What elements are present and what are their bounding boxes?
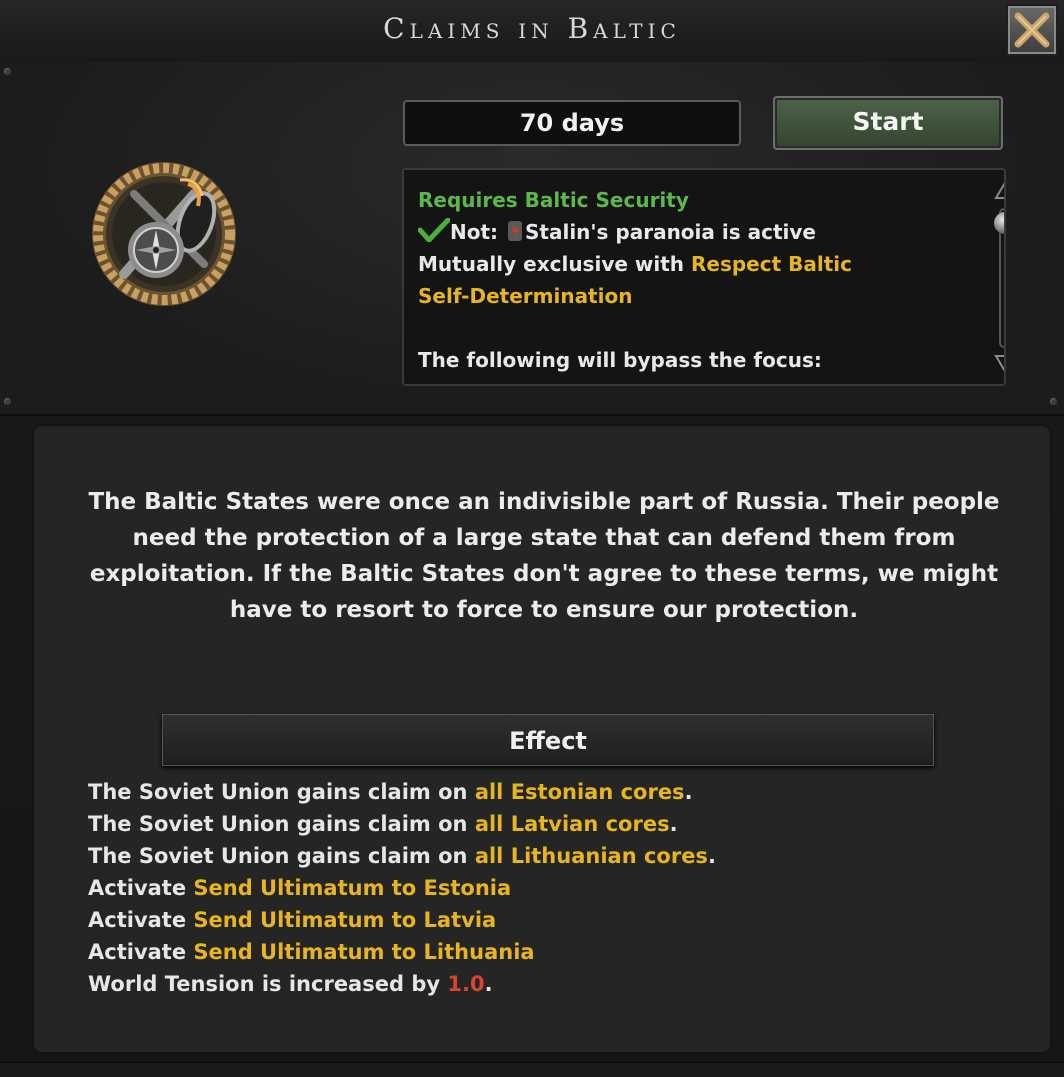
activate-link[interactable]: Send Ultimatum to Estonia	[193, 876, 511, 900]
effect-claim-estonia: The Soviet Union gains claim on all Esto…	[88, 780, 693, 804]
compass-laurel-emblem-icon	[84, 154, 244, 314]
claim-link[interactable]: all Latvian cores	[475, 812, 670, 836]
scroll-down-icon[interactable]	[994, 354, 1006, 376]
mutual-exclusive-line: Mutually exclusive with Respect Baltic	[418, 248, 958, 280]
window-title: Claims in Baltic	[383, 12, 681, 45]
scroll-thumb[interactable]	[994, 212, 1004, 234]
requirements-box: Requires Baltic Security Not: Stalin's p…	[402, 168, 1006, 386]
description-panel: The Baltic States were once an indivisib…	[32, 424, 1052, 1054]
effect-activate-estonia: Activate Send Ultimatum to Estonia	[88, 876, 512, 900]
start-button[interactable]: Start	[773, 96, 1003, 150]
rivet-icon	[1050, 398, 1057, 405]
paranoia-condition: Stalin's paranoia is active	[525, 220, 816, 244]
requirements-scrollbar[interactable]	[994, 178, 1006, 378]
activate-link[interactable]: Send Ultimatum to Lithuania	[193, 940, 534, 964]
paranoia-icon	[508, 221, 522, 241]
focus-description: The Baltic States were once an indivisib…	[88, 489, 1000, 623]
tension-value: 1.0	[447, 972, 485, 996]
rivet-icon	[4, 398, 11, 405]
mutual-prefix: Mutually exclusive with	[418, 252, 691, 276]
focus-duration: 70 days	[403, 100, 741, 146]
effect-claim-lithuania: The Soviet Union gains claim on all Lith…	[88, 844, 716, 868]
claim-link[interactable]: all Lithuanian cores	[475, 844, 708, 868]
bypass-items	[418, 376, 958, 386]
focus-window: Claims in Baltic 70 days Start Requires …	[0, 0, 1064, 1077]
requirements-text: Requires Baltic Security Not: Stalin's p…	[417, 184, 958, 386]
close-x-icon	[1014, 12, 1050, 48]
close-button[interactable]	[1006, 4, 1058, 56]
bypass-line: The following will bypass the focus:	[418, 348, 822, 372]
title-bar: Claims in Baltic	[0, 0, 1064, 63]
requires-line: Requires Baltic Security	[418, 188, 689, 212]
checkmark-icon	[417, 217, 451, 244]
not-condition-line: Not: Stalin's paranoia is active	[417, 216, 958, 248]
bottom-frame	[0, 1062, 1064, 1077]
scroll-up-icon[interactable]	[994, 178, 1006, 200]
claim-link[interactable]: all Estonian cores	[475, 780, 685, 804]
mutual-link-continued[interactable]: Self-Determination	[418, 280, 958, 312]
mutual-link[interactable]: Respect Baltic	[691, 252, 852, 276]
bypass-condition-icon	[418, 385, 458, 386]
effect-world-tension: World Tension is increased by 1.0.	[88, 972, 493, 996]
not-prefix: Not:	[450, 220, 505, 244]
effect-list: The Soviet Union gains claim on all Esto…	[88, 776, 988, 1000]
effect-header: Effect	[162, 714, 934, 766]
effect-activate-lithuania: Activate Send Ultimatum to Lithuania	[88, 940, 535, 964]
focus-detail-panel: 70 days Start Requires Baltic Security N…	[0, 62, 1064, 416]
rivet-icon	[4, 68, 11, 75]
effect-claim-latvia: The Soviet Union gains claim on all Latv…	[88, 812, 678, 836]
activate-link[interactable]: Send Ultimatum to Latvia	[193, 908, 496, 932]
effect-activate-latvia: Activate Send Ultimatum to Latvia	[88, 908, 497, 932]
